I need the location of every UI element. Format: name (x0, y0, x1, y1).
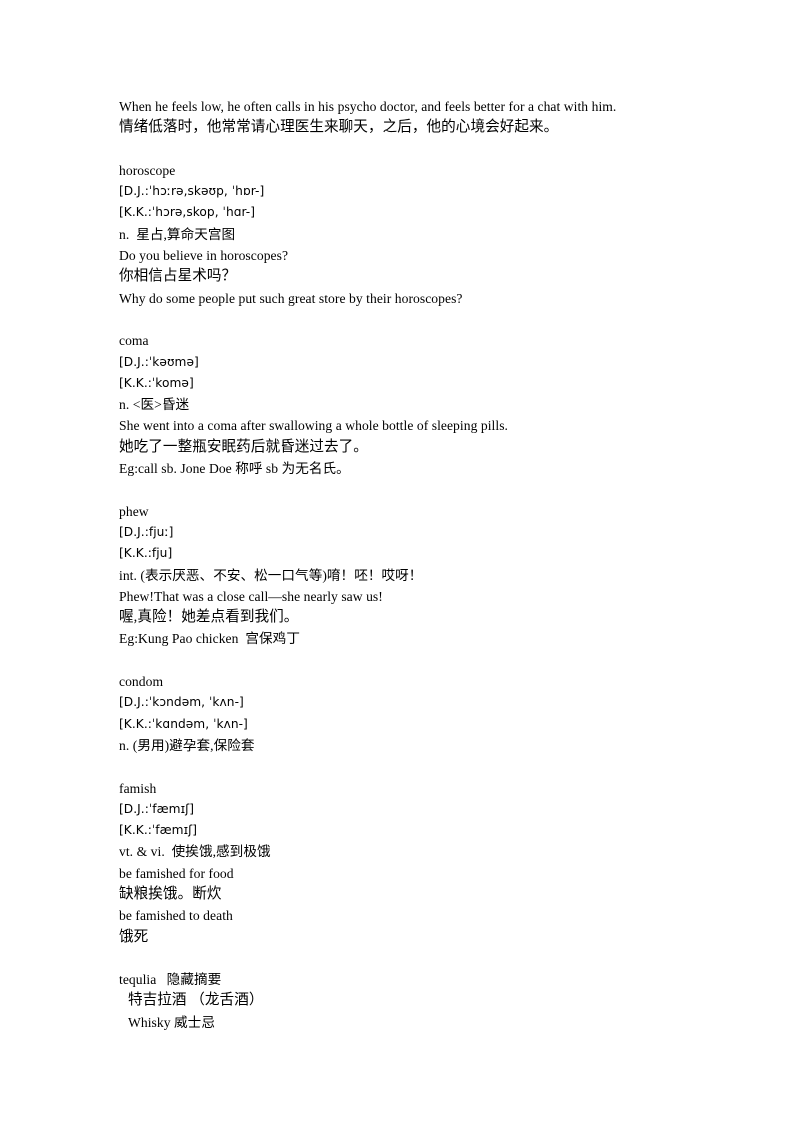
entry-headword: coma (119, 333, 149, 349)
entry-example-line: 缺粮挨饿。断炊 (119, 885, 222, 902)
entry-pronunciation-dj: [D.J.:ˈhɔːrə,skəʊp, ˈhɒr-] (119, 184, 265, 199)
entry-definition: n. (男用)避孕套,保险套 (119, 737, 255, 753)
dictionary-entry: horoscope [D.J.:ˈhɔːrə,skəʊp, ˈhɒr-] [K.K.… (119, 160, 675, 309)
intro-paragraph: When he feels low, he often calls in his… (119, 96, 675, 139)
entry-gap (119, 756, 675, 777)
final-block: tequlia 隐藏摘要特吉拉酒 （龙舌酒） Whisky 威士忌 (119, 969, 675, 1033)
intro-sentence-chinese: 情绪低落时，他常常请心理医生来聊天，之后，他的心境会好起来。 (119, 119, 559, 136)
entry-example-line: 饿死 (119, 928, 149, 945)
entry-definition: int. (表示厌恶、不安、松一口气等)唷！呸！哎呀！ (119, 567, 423, 583)
entry-example-line: Eg:Kung Pao chicken 宫保鸡丁 (119, 631, 300, 647)
entry-gap (119, 948, 675, 969)
entry-pronunciation-kk: [K.K.:ˈkɑndəm, ˈkʌn-] (119, 716, 248, 731)
final-block-heading: tequlia 隐藏摘要 (119, 972, 222, 988)
entry-headword: famish (119, 780, 157, 796)
entry-pronunciation-kk: [K.K.:ˈkomə] (119, 375, 194, 390)
final-block-line: 特吉拉酒 （龙舌酒） (128, 992, 264, 1009)
dictionary-entry: famish [D.J.:ˈfæmɪʃ] [K.K.:ˈfæmɪʃ] vt. & vi… (119, 778, 675, 948)
entry-example-line: Eg:call sb. Jone Doe 称呼 sb 为无名氏。 (119, 461, 350, 477)
entry-example-line: 你相信占星术吗？ (119, 268, 237, 285)
entry-pronunciation-kk: [K.K.:ˈfæmɪʃ] (119, 823, 198, 838)
entry-example-line: 喔,真险！她差点看到我们。 (119, 609, 299, 626)
entry-gap (119, 650, 675, 671)
entry-pronunciation-dj: [D.J.:ˈfæmɪʃ] (119, 801, 195, 816)
entry-example-line: Phew!That was a close call—she nearly sa… (119, 588, 383, 604)
entry-example-line: 她吃了一整瓶安眠药后就昏迷过去了。 (119, 438, 368, 455)
dictionary-entry: coma [D.J.:ˈkəʊmə] [K.K.:ˈkomə] n. <医>昏迷 She… (119, 330, 675, 479)
entry-headword: condom (119, 674, 164, 690)
document-page: When he feels low, he often calls in his… (0, 0, 794, 1123)
entry-pronunciation-dj: [D.J.:ˈkɔndəm, ˈkʌn-] (119, 695, 244, 710)
entry-definition: vt. & vi. 使挨饿,感到极饿 (119, 844, 271, 860)
entry-example-line: Why do some people put such great store … (119, 290, 463, 306)
entry-gap (119, 139, 675, 160)
entry-example-line: Do you believe in horoscopes? (119, 248, 289, 264)
entry-example-line: be famished for food (119, 865, 234, 881)
document-body: When he feels low, he often calls in his… (119, 96, 675, 1033)
entry-definition: n. 星占,算命天宫图 (119, 226, 236, 242)
entry-definition: n. <医>昏迷 (119, 397, 190, 413)
entry-example-line: She went into a coma after swallowing a … (119, 418, 508, 434)
entry-pronunciation-dj: [D.J.:ˈkəʊmə] (119, 354, 199, 369)
final-block-line: Whisky 威士忌 (128, 1014, 215, 1030)
entry-pronunciation-dj: [D.J.:fjuː] (119, 524, 174, 539)
entry-headword: phew (119, 503, 149, 519)
entry-pronunciation-kk: [K.K.:fju] (119, 546, 173, 561)
intro-sentence-english: When he feels low, he often calls in his… (119, 99, 617, 114)
entry-headword: horoscope (119, 162, 176, 178)
entry-pronunciation-kk: [K.K.:ˈhɔrə,skop, ˈhɑr-] (119, 205, 256, 220)
dictionary-entry: condom [D.J.:ˈkɔndəm, ˈkʌn-] [K.K.:ˈkɑndəm… (119, 671, 675, 756)
entry-example-line: be famished to death (119, 908, 233, 924)
entry-gap (119, 309, 675, 330)
entry-gap (119, 479, 675, 500)
dictionary-entry: phew [D.J.:fjuː] [K.K.:fju] int. (表示厌恶、不安、松… (119, 501, 675, 650)
